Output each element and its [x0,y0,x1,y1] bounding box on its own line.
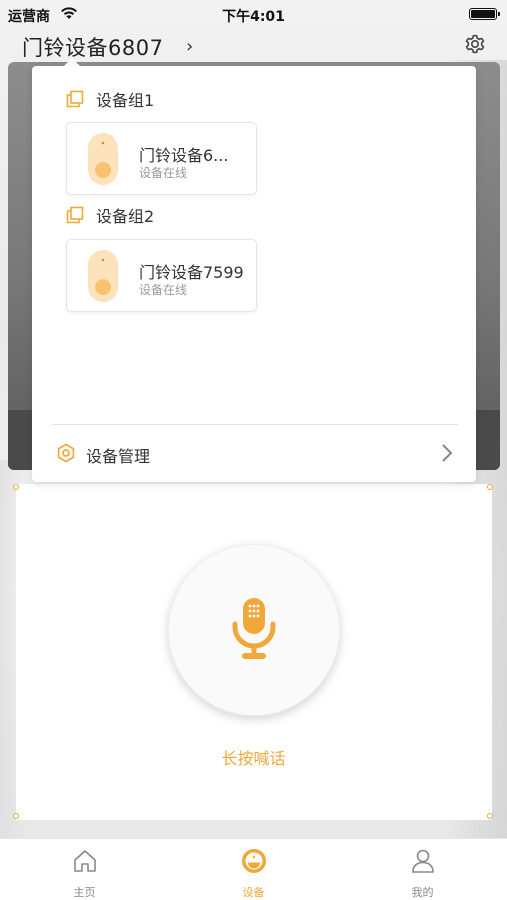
status-bar: 运营商 下午4:01 [0,0,507,28]
home-icon [73,850,96,872]
profile-icon [411,849,434,873]
doorbell-icon [88,133,118,185]
device-card[interactable]: 门铃设备6... 设备在线 [66,122,257,195]
group-icon [66,206,84,224]
tab-devices[interactable]: 设备 [169,839,338,900]
microphone-icon [232,598,276,659]
device-icon [241,849,266,873]
tab-home[interactable]: 主页 [0,839,169,900]
device-group-header: 设备组1 [66,87,154,111]
tab-label: 我的 [411,886,434,899]
gear-icon [57,443,75,463]
battery-icon [469,8,500,20]
group-icon [66,90,84,108]
device-name: 门铃设备7599 [139,263,244,282]
doorbell-icon [88,250,118,302]
tab-profile[interactable]: 我的 [338,839,507,900]
tab-bar: 主页 设备 我的 [0,838,507,900]
corner-marker [13,813,19,819]
push-to-talk-button[interactable] [168,544,340,716]
chevron-right-icon [442,444,453,462]
device-switcher-popover: 设备组1 门铃设备6... 设备在线 设备组2 门铃设备7599 设备在线 设备… [32,66,476,482]
device-title[interactable]: 门铃设备6807 [22,32,163,62]
tab-label: 设备 [242,886,265,899]
popover-arrow [64,58,80,66]
device-name: 门铃设备6... [139,146,229,165]
device-group-label: 设备组2 [96,207,155,226]
device-group-header: 设备组2 [66,203,154,227]
corner-marker [487,484,493,490]
corner-marker [13,484,19,490]
device-status: 设备在线 [139,166,188,180]
device-management-label: 设备管理 [86,447,151,466]
divider [52,424,458,425]
talk-label: 长按喊话 [221,749,286,768]
title-chevron-icon[interactable]: › [186,36,193,57]
device-status: 设备在线 [139,283,188,297]
corner-marker [487,813,493,819]
device-card[interactable]: 门铃设备7599 设备在线 [66,239,257,312]
tab-label: 主页 [73,886,96,899]
gear-icon[interactable] [463,32,487,56]
device-management-row[interactable]: 设备管理 [52,434,458,474]
device-group-label: 设备组1 [96,91,155,110]
status-time: 下午4:01 [222,9,285,25]
